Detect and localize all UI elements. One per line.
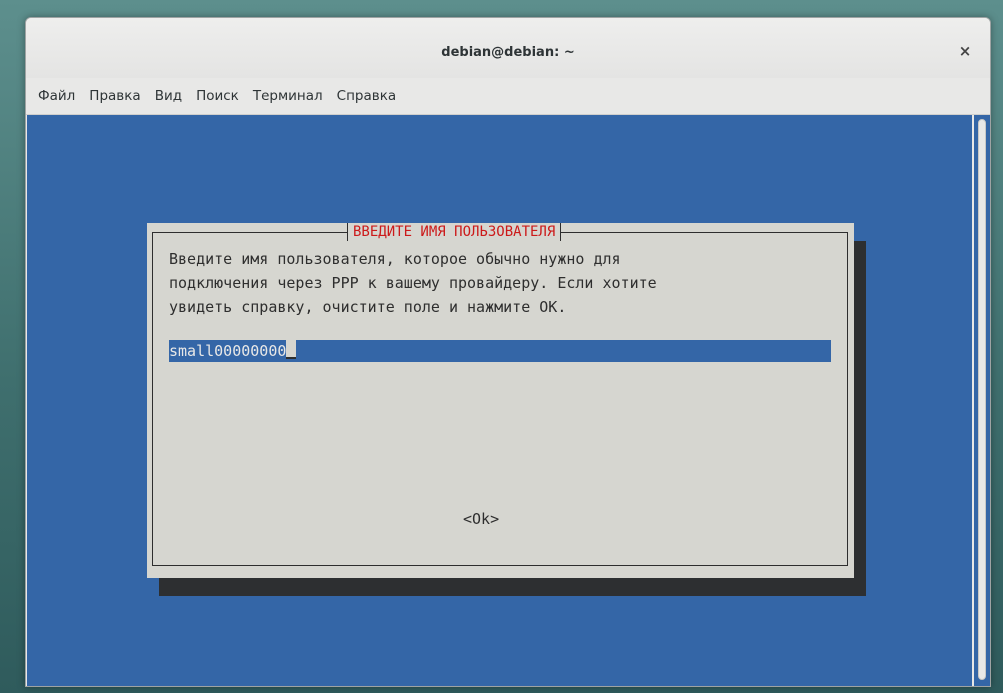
window-title: debian@debian: ~ [441,45,575,60]
dialog-text-line: подключения через PPP к вашему провайдер… [169,274,657,292]
username-input[interactable]: small00000000 [169,340,831,362]
text-cursor [286,340,297,359]
title-bar[interactable]: debian@debian: ~ × [26,18,990,78]
dialog-text-line: Введите имя пользователя, которое обычно… [169,250,621,268]
scrollbar[interactable] [974,115,990,686]
menu-item-view[interactable]: Вид [155,88,182,104]
scrollbar-thumb[interactable] [978,119,986,680]
close-icon: × [958,42,972,60]
dialog-text: Введите имя пользователя, которое обычно… [169,247,657,319]
username-input-value: small00000000 [169,342,287,360]
ok-button[interactable]: <Ok> [463,510,499,528]
dialog-title: ВВЕДИТЕ ИМЯ ПОЛЬЗОВАТЕЛЯ [347,223,562,241]
username-dialog: ВВЕДИТЕ ИМЯ ПОЛЬЗОВАТЕЛЯ Введите имя пол… [147,223,854,578]
menu-item-edit[interactable]: Правка [89,88,140,104]
dialog-text-line: увидеть справку, очистите поле и нажмите… [169,298,567,316]
menu-item-search[interactable]: Поиск [196,88,239,104]
menu-item-terminal[interactable]: Терминал [253,88,323,104]
menu-item-file[interactable]: Файл [38,88,75,104]
close-button[interactable]: × [954,40,976,62]
terminal-window: debian@debian: ~ × Файл Правка Вид Поиск… [25,17,991,687]
menu-bar: Файл Правка Вид Поиск Терминал Справка [26,78,990,115]
menu-item-help[interactable]: Справка [337,88,396,104]
terminal-area[interactable]: ВВЕДИТЕ ИМЯ ПОЛЬЗОВАТЕЛЯ Введите имя пол… [27,115,972,686]
